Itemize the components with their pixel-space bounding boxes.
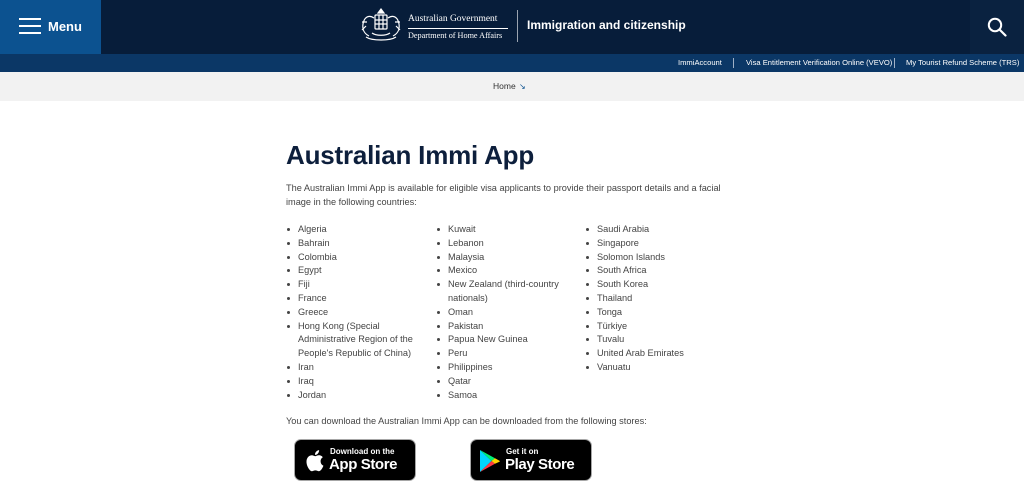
app-store-label: App Store [329, 456, 398, 473]
app-store-button[interactable]: Download on the App Store [294, 439, 416, 481]
country-item: France [286, 292, 426, 306]
site-title[interactable]: Immigration and citizenship [527, 18, 686, 32]
country-item: United Arab Emirates [585, 347, 725, 361]
country-item: Hong Kong (Special Administrative Region… [286, 320, 426, 361]
country-item: Philippines [436, 361, 576, 375]
country-item: Iran [286, 361, 426, 375]
country-item: Samoa [436, 389, 576, 403]
vevo-link[interactable]: Visa Entitlement Verification Online (VE… [746, 58, 892, 67]
breadcrumb-home[interactable]: Home [493, 81, 516, 91]
menu-label: Menu [48, 19, 82, 34]
country-item: Egypt [286, 264, 426, 278]
utility-nav: ImmiAccount Visa Entitlement Verificatio… [0, 54, 1024, 72]
country-list-col2: Kuwait Lebanon Malaysia Mexico New Zealand (… [436, 223, 576, 402]
expand-arrow-icon[interactable]: ↘ [519, 82, 526, 91]
country-item: Solomon Islands [585, 251, 725, 265]
country-item: Kuwait [436, 223, 576, 237]
site-header [0, 0, 1024, 54]
country-item: Qatar [436, 375, 576, 389]
country-item: South Africa [585, 264, 725, 278]
country-list-col1: Algeria Bahrain Colombia Egypt Fiji France Gre… [286, 223, 426, 402]
country-list-col3: Saudi Arabia Singapore Solomon Islands Sout… [585, 223, 725, 375]
country-item: Jordan [286, 389, 426, 403]
country-item: Oman [436, 306, 576, 320]
breadcrumb: Home ↘ [0, 72, 1024, 101]
country-item: Greece [286, 306, 426, 320]
country-item: Lebanon [436, 237, 576, 251]
country-item: Peru [436, 347, 576, 361]
country-item: Iraq [286, 375, 426, 389]
government-name: Australian Government [408, 14, 498, 24]
country-item: Mexico [436, 264, 576, 278]
country-item: Colombia [286, 251, 426, 265]
play-store-small-text: Get it on [506, 447, 539, 456]
country-item: Vanuatu [585, 361, 725, 375]
app-store-small-text: Download on the [330, 447, 395, 456]
country-item: Algeria [286, 223, 426, 237]
header-divider [517, 10, 518, 42]
intro-text: The Australian Immi App is available for… [286, 183, 721, 207]
play-store-label: Play Store [505, 456, 575, 473]
country-item: Singapore [585, 237, 725, 251]
trs-link[interactable]: My Tourist Refund Scheme (TRS) [906, 58, 1019, 67]
country-item: Tuvalu [585, 333, 725, 347]
nav-separator [894, 58, 895, 68]
logo-divider [408, 28, 508, 29]
play-store-button[interactable]: Get it on Play Store [470, 439, 592, 481]
department-name: Department of Home Affairs [408, 31, 503, 40]
government-logo[interactable]: Australian Government Department of Home… [358, 4, 510, 46]
download-text: You can download the Australian Immi App… [286, 416, 647, 426]
search-button[interactable] [970, 0, 1024, 54]
country-item: Fiji [286, 278, 426, 292]
page-title: Australian Immi App [286, 140, 535, 170]
country-item: Thailand [585, 292, 725, 306]
country-item: Papua New Guinea [436, 333, 576, 347]
country-item: South Korea [585, 278, 725, 292]
country-item: Malaysia [436, 251, 576, 265]
google-play-icon [480, 450, 500, 472]
country-item: Pakistan [436, 320, 576, 334]
country-item: Saudi Arabia [585, 223, 725, 237]
immiaccount-link[interactable]: ImmiAccount [678, 58, 722, 67]
country-item: Tonga [585, 306, 725, 320]
country-item: Türkiye [585, 320, 725, 334]
apple-icon [306, 450, 324, 472]
nav-separator [733, 58, 734, 68]
search-icon [987, 17, 1007, 37]
country-item: Bahrain [286, 237, 426, 251]
coat-of-arms-icon [361, 8, 401, 41]
hamburger-icon [19, 18, 41, 34]
country-item: New Zealand (third-country nationals) [436, 278, 576, 306]
